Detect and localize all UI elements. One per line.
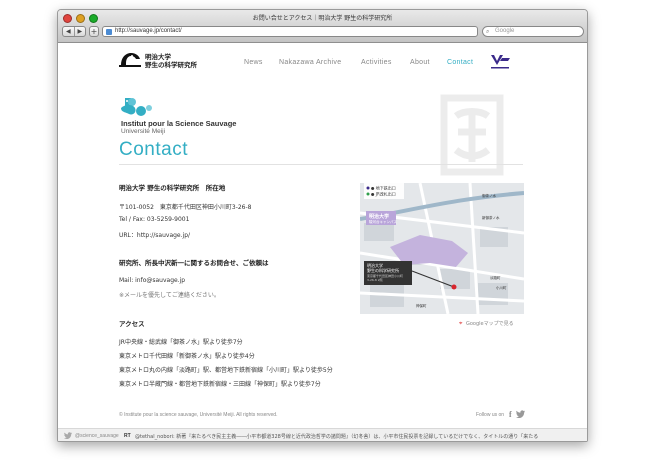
address-bar[interactable]: http://sauvage.jp/contact/ <box>102 26 478 37</box>
search-placeholder: Google <box>495 28 515 34</box>
logo-text: 明治大学 野生の科学研究所 <box>145 53 197 69</box>
site-url[interactable]: URL：http://sauvage.jp/ <box>119 230 190 239</box>
map-pin-icon: ⌖ <box>459 320 463 327</box>
map-station-shinochanomizu: 新御茶ノ水 <box>482 215 500 220</box>
nav-about[interactable]: About <box>410 59 430 66</box>
institute-subtitle: Université Meiji <box>121 128 166 135</box>
twitter-bird-icon <box>64 432 72 439</box>
search-icon: ⌕ <box>486 29 490 35</box>
institute-name: Institut pour la Science Sauvage <box>121 119 237 128</box>
legend-subway: ● 地下鉄出口 <box>371 185 396 191</box>
address-title: 明治大学 野生の科学研究所 所在地 <box>119 184 226 192</box>
follow-us-label: Follow us on <box>476 412 505 418</box>
access-map[interactable]: ● 地下鉄出口 ● JR改札出口 明治大学 駿河台キャンパス 明治大学 野生の科… <box>360 183 524 314</box>
tel-fax: Tel / Fax: 03-5259-9001 <box>119 216 190 223</box>
tweet-text[interactable]: @tethal_nobori: 新著『来たるべき民主主義――小平市都道328号線… <box>135 433 585 440</box>
site-logo[interactable]: 明治大学 野生の科学研究所 <box>119 49 199 73</box>
map-campus-label: 明治大学 <box>369 213 389 220</box>
logo-text-line2: 野生の科学研究所 <box>145 61 197 69</box>
map-callout-line4: 3-26-8 2階 <box>367 277 383 282</box>
google-maps-link[interactable]: Googleマップで見る <box>466 320 514 327</box>
meiji-university-logo-icon[interactable] <box>488 52 512 72</box>
inquiry-note: ※メールを優先してご連絡ください。 <box>119 292 220 299</box>
browser-window: お問い合せとアクセス｜明治大学 野生の科学研究所 ◀ ▶ + http://sa… <box>57 9 588 442</box>
nav-activities[interactable]: Activities <box>361 59 392 66</box>
access-title: アクセス <box>119 320 145 328</box>
inquiry-mail[interactable]: Mail: info@sauvage.jp <box>119 277 185 284</box>
map-station-awajicho: 淡路町 <box>490 275 501 280</box>
inquiry-title: 研究所、所長中沢新一に関するお問合せ、ご依頼は <box>119 259 269 267</box>
titlebar: お問い合せとアクセス｜明治大学 野生の科学研究所 ◀ ▶ + http://sa… <box>58 10 587 43</box>
history-buttons: ◀ ▶ <box>62 26 86 37</box>
nav-nakazawa-archive[interactable]: Nakazawa Archive <box>279 59 341 66</box>
bird-logo-icon <box>119 53 141 67</box>
copyright: © Institute pour la science sauvage, Uni… <box>119 412 278 418</box>
search-field[interactable]: ⌕ Google <box>482 26 584 37</box>
back-icon[interactable]: ◀ <box>63 27 75 36</box>
forward-icon[interactable]: ▶ <box>75 27 86 36</box>
access-line: JR中央線・総武線「御茶ノ水」駅より徒歩7分 <box>119 339 243 346</box>
map-station-ochanomizu: 御茶ノ水 <box>482 193 496 198</box>
map-station-jimbocho: 神保町 <box>416 303 427 308</box>
window-title: お問い合せとアクセス｜明治大学 野生の科学研究所 <box>252 15 393 22</box>
url-text: http://sauvage.jp/contact/ <box>115 28 182 34</box>
page-title: Contact <box>119 139 188 160</box>
access-line: 東京メトロ千代田線「新御茶ノ水」駅より徒歩4分 <box>119 353 255 360</box>
access-line: 東京メトロ丸の内線「淡路町」駅、都営地下鉄新宿線「小川町」駅より徒歩5分 <box>119 367 333 374</box>
heading-divider <box>119 164 523 165</box>
access-line: 東京メトロ半蔵門線・都営地下鉄新宿線・三田線「神保町」駅より徒歩7分 <box>119 381 321 388</box>
map-station-ogawamachi: 小川町 <box>496 285 507 290</box>
map-graphic: ● 地下鉄出口 ● JR改札出口 明治大学 駿河台キャンパス 明治大学 野生の科… <box>360 183 524 314</box>
facebook-icon[interactable]: f <box>509 410 512 419</box>
twitter-handle[interactable]: @science_sauvage <box>75 433 119 439</box>
nav-contact[interactable]: Contact <box>447 59 473 66</box>
logo-text-line1: 明治大学 <box>145 53 171 61</box>
twitter-ticker: @science_sauvage RT @tethal_nobori: 新著『来… <box>58 428 587 441</box>
postal-address: 〒101-0052 東京都千代田区神田小川町3-26-8 <box>119 204 252 211</box>
map-callout-line2: 野生の科学研究所 <box>367 267 399 273</box>
nav-news[interactable]: News <box>244 59 263 66</box>
watermark-glyph-icon <box>440 94 504 176</box>
web-page: 明治大学 野生の科学研究所 News Nakazawa Archive Acti… <box>58 44 587 441</box>
favicon-icon <box>106 29 112 35</box>
legend-jr: ● JR改札出口 <box>371 191 396 197</box>
add-bookmark-button[interactable]: + <box>89 26 99 37</box>
retweet-label: RT <box>124 433 131 439</box>
twitter-icon[interactable] <box>516 410 525 418</box>
map-campus-sub: 駿河台キャンパス <box>369 219 397 224</box>
